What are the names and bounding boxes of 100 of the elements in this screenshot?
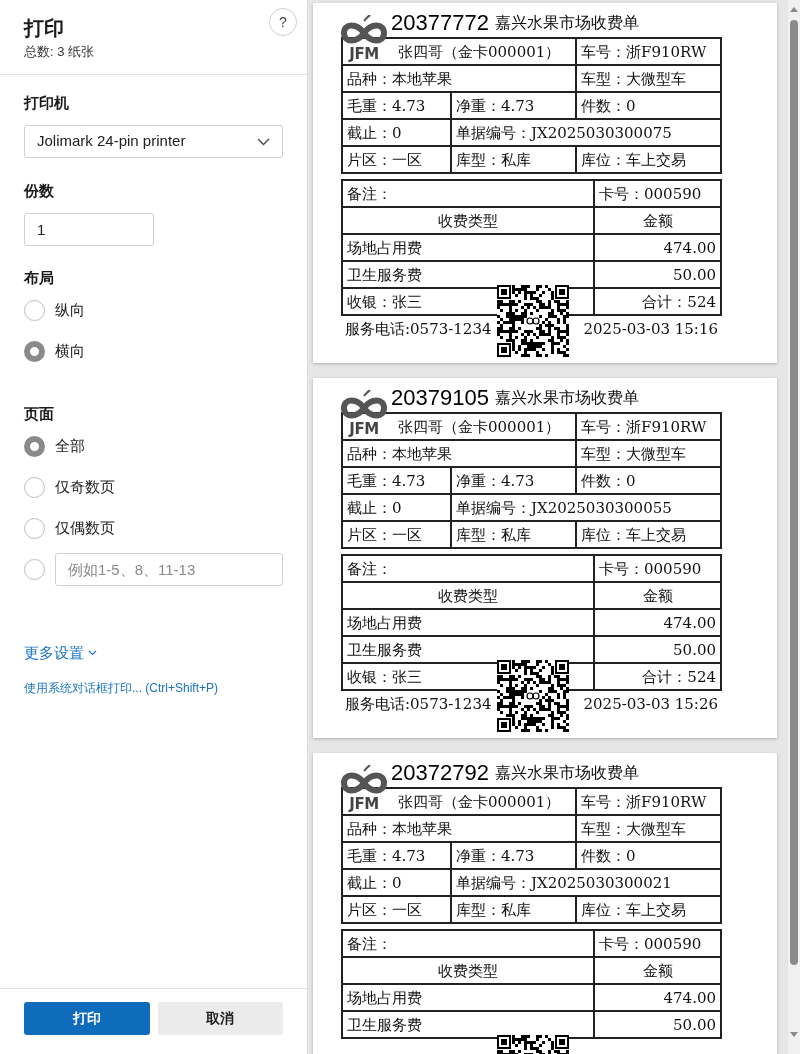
table-cell: 卡号：000590: [594, 180, 721, 207]
chevron-down-icon: [257, 137, 270, 146]
print-datetime: 2025-03-03 15:26: [583, 693, 718, 715]
qr-code: [497, 285, 569, 357]
page-range-field[interactable]: 例如1-5、8、11-13: [55, 553, 283, 586]
table-cell: 净重：4.73: [451, 842, 576, 869]
table-cell: 片区：一区: [342, 521, 451, 548]
market-logo: JFM: [341, 15, 387, 63]
table-cell: 车型：大微型车: [576, 440, 721, 467]
table-cell: 50.00: [594, 636, 721, 663]
table-cell: 场地占用费: [342, 609, 594, 636]
copies-field[interactable]: 1: [24, 213, 154, 246]
radio-button[interactable]: [24, 518, 45, 539]
table-cell: 金额: [594, 207, 721, 234]
table-cell: 备注：: [342, 180, 594, 207]
table-cell: 备注：: [342, 930, 594, 957]
radio-button[interactable]: [24, 559, 45, 580]
table-cell: 品种：本地苹果: [342, 815, 576, 842]
radio-button[interactable]: [24, 477, 45, 498]
sheet-count: 总数: 3 纸张: [24, 43, 96, 61]
section-label: 布局: [24, 268, 55, 288]
table-cell: 车号：浙F910RW: [576, 788, 721, 815]
receipt-title: 嘉兴水果市场收费单: [494, 12, 639, 33]
table-cell: 场地占用费: [342, 984, 594, 1011]
table-cell: 收费类型: [342, 207, 594, 234]
print-datetime: 2025-03-03 15:16: [583, 318, 718, 340]
table-cell: 片区：一区: [342, 896, 451, 923]
help-button[interactable]: ?: [269, 8, 297, 36]
table-cell: 50.00: [594, 261, 721, 288]
receipt-title: 嘉兴水果市场收费单: [494, 387, 639, 408]
table-cell: 474.00: [594, 609, 721, 636]
table-cell: 截止：0: [342, 494, 451, 521]
table-cell: 库位：车上交易: [576, 146, 721, 173]
system-dialog-link[interactable]: 使用系统对话框打印... (Ctrl+Shift+P): [24, 679, 283, 697]
radio-label[interactable]: 纵向: [55, 299, 85, 322]
table-cell: 收费类型: [342, 957, 594, 984]
table-cell: 备注：: [342, 555, 594, 582]
table-cell: 库位：车上交易: [576, 521, 721, 548]
cancel-button[interactable]: 取消: [157, 1002, 283, 1035]
radio-label[interactable]: 仅偶数页: [55, 517, 115, 540]
table-cell: 金额: [594, 582, 721, 609]
table-cell: 库型：私库: [451, 146, 576, 173]
table-cell: 车号：浙F910RW: [576, 413, 721, 440]
table-cell: 金额: [594, 957, 721, 984]
serial-number: 20377772: [391, 11, 489, 35]
table-cell: 件数：0: [576, 842, 721, 869]
table-cell: 毛重：4.73: [342, 842, 451, 869]
radio-label[interactable]: 横向: [55, 340, 85, 363]
table-cell: 片区：一区: [342, 146, 451, 173]
table-cell: 品种：本地苹果: [342, 65, 576, 92]
table-cell: 库型：私库: [451, 521, 576, 548]
table-cell: 截止：0: [342, 119, 451, 146]
more-settings-link[interactable]: 更多设置: [24, 642, 97, 665]
table-cell: 收费类型: [342, 582, 594, 609]
table-cell: 474.00: [594, 984, 721, 1011]
printer-dropdown[interactable]: Jolimark 24-pin printer: [24, 125, 283, 158]
market-logo: JFM: [341, 390, 387, 438]
service-phone: 服务电话:0573-1234: [345, 318, 492, 340]
scrollbar[interactable]: [788, 0, 800, 1054]
section-label: 打印机: [24, 93, 70, 113]
table-cell: 车号：浙F910RW: [576, 38, 721, 65]
chevron-down-icon: [88, 650, 97, 657]
service-phone: 服务电话:0573-1234: [345, 693, 492, 715]
table-cell: 卡号：000590: [594, 555, 721, 582]
qr-code: [497, 660, 569, 732]
table-cell: 合计：524: [594, 663, 721, 690]
table-cell: 净重：4.73: [451, 467, 576, 494]
radio-label[interactable]: 仅奇数页: [55, 476, 115, 499]
section-label: 页面: [24, 404, 55, 424]
table-cell: 毛重：4.73: [342, 92, 451, 119]
table-cell: 库位：车上交易: [576, 896, 721, 923]
radio-button[interactable]: [24, 436, 45, 457]
table-cell: 件数：0: [576, 467, 721, 494]
radio-button[interactable]: [24, 341, 45, 362]
table-cell: 库型：私库: [451, 896, 576, 923]
table-cell: 场地占用费: [342, 234, 594, 261]
serial-number: 20379105: [391, 386, 489, 410]
scroll-up-icon[interactable]: [790, 6, 798, 12]
table-cell: 车型：大微型车: [576, 65, 721, 92]
scroll-down-icon[interactable]: [790, 1032, 798, 1038]
table-cell: 车型：大微型车: [576, 815, 721, 842]
table-cell: 品种：本地苹果: [342, 440, 576, 467]
radio-button[interactable]: [24, 300, 45, 321]
radio-label[interactable]: 全部: [55, 435, 85, 458]
table-cell: 50.00: [594, 1011, 721, 1038]
table-cell: 截止：0: [342, 869, 451, 896]
table-cell: 卡号：000590: [594, 930, 721, 957]
serial-number: 20372792: [391, 761, 489, 785]
print-button[interactable]: 打印: [24, 1002, 150, 1035]
table-cell: 单据编号：JX2025030300055: [451, 494, 721, 521]
table-cell: 合计：524: [594, 288, 721, 315]
table-cell: 毛重：4.73: [342, 467, 451, 494]
dialog-title: 打印: [24, 16, 65, 41]
table-cell: 件数：0: [576, 92, 721, 119]
table-cell: 净重：4.73: [451, 92, 576, 119]
scrollbar-thumb[interactable]: [790, 20, 798, 965]
table-cell: 474.00: [594, 234, 721, 261]
table-cell: 单据编号：JX2025030300075: [451, 119, 721, 146]
receipt-title: 嘉兴水果市场收费单: [494, 762, 639, 783]
table-cell: 单据编号：JX2025030300021: [451, 869, 721, 896]
